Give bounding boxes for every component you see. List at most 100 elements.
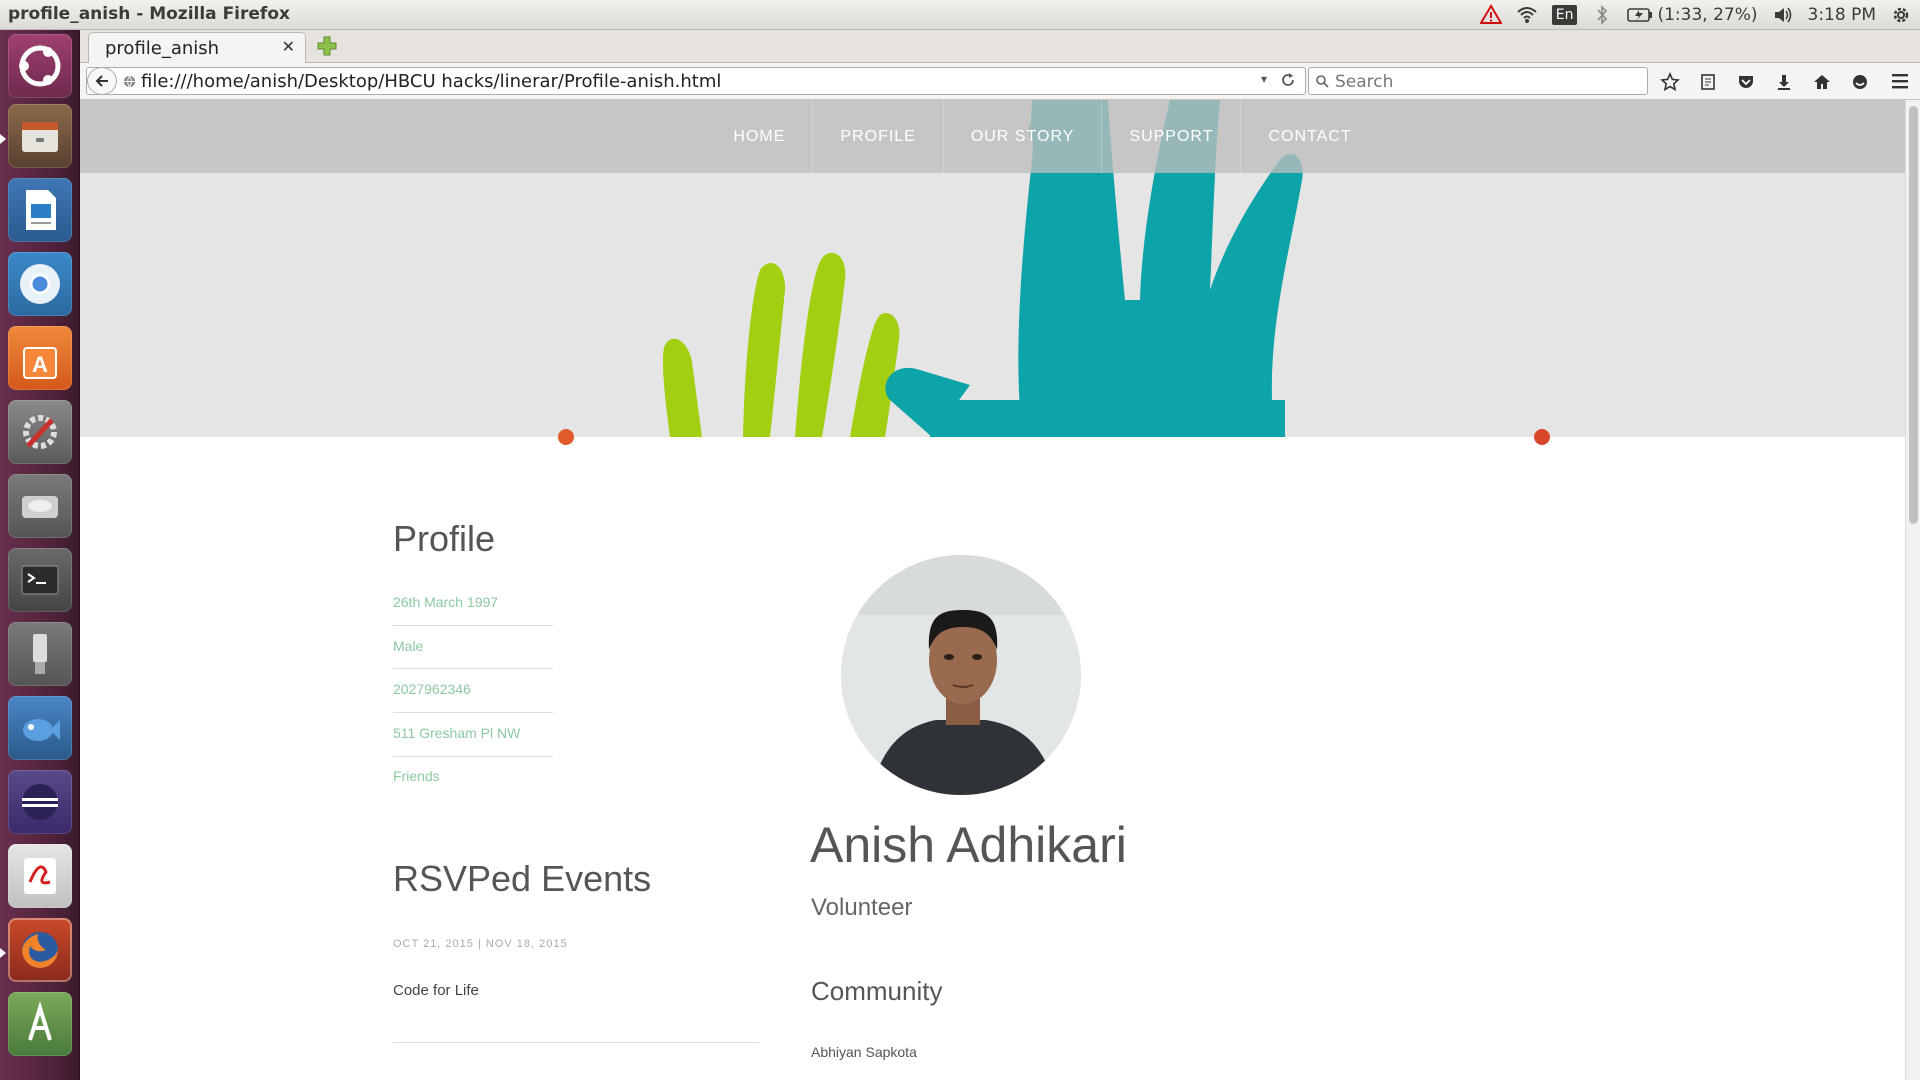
document-icon bbox=[26, 190, 56, 230]
page-viewport: HOME PROFILE OUR STORY SUPPORT CONTACT P… bbox=[80, 100, 1905, 1080]
toolbar-icons bbox=[1658, 69, 1872, 95]
nav-our-story[interactable]: OUR STORY bbox=[944, 100, 1103, 173]
system-tray: En (1:33, 27%) 3:18 PM bbox=[1479, 0, 1912, 30]
search-placeholder: Search bbox=[1335, 72, 1394, 92]
hamburger-menu-icon[interactable] bbox=[1890, 71, 1910, 91]
wifi-icon[interactable] bbox=[1516, 4, 1538, 26]
bookmark-star-icon[interactable] bbox=[1658, 70, 1682, 94]
profile-gender[interactable]: Male bbox=[393, 638, 423, 654]
search-bar[interactable]: Search bbox=[1308, 67, 1648, 95]
hero-decoration-dot bbox=[558, 429, 574, 445]
files-launcher[interactable] bbox=[8, 104, 72, 168]
battery-indicator[interactable]: (1:33, 27%) bbox=[1627, 5, 1758, 25]
scrollbar-thumb[interactable] bbox=[1909, 106, 1918, 524]
tab-title: profile_anish bbox=[105, 38, 220, 59]
site-identity-icon[interactable] bbox=[123, 75, 136, 88]
terminal-launcher[interactable] bbox=[8, 548, 72, 612]
system-settings-launcher[interactable] bbox=[8, 400, 72, 464]
chromium-launcher[interactable] bbox=[8, 252, 72, 316]
divider bbox=[393, 756, 553, 757]
terminal-icon bbox=[21, 565, 59, 595]
eclipse-launcher[interactable] bbox=[8, 770, 72, 834]
battery-icon bbox=[1627, 8, 1653, 22]
home-icon[interactable] bbox=[1810, 70, 1834, 94]
ubuntu-logo-icon bbox=[19, 45, 61, 87]
pdf-viewer-icon bbox=[24, 858, 56, 894]
usb-drive-launcher[interactable] bbox=[8, 622, 72, 686]
nav-profile[interactable]: PROFILE bbox=[813, 100, 944, 173]
site-navigation: HOME PROFILE OUR STORY SUPPORT CONTACT bbox=[80, 100, 1905, 173]
svg-text:A: A bbox=[32, 352, 48, 377]
divider bbox=[393, 625, 553, 626]
divider bbox=[393, 1042, 759, 1043]
firefox-launcher[interactable] bbox=[8, 918, 72, 982]
bluetooth-icon[interactable] bbox=[1591, 4, 1613, 26]
back-arrow-icon bbox=[95, 75, 108, 87]
profile-heading: Profile bbox=[393, 518, 496, 559]
divider bbox=[393, 712, 553, 713]
settings-wrench-icon bbox=[23, 415, 57, 449]
android-studio-launcher[interactable] bbox=[8, 992, 72, 1056]
event-dates: OCT 21, 2015 | NOV 18, 2015 bbox=[393, 938, 568, 950]
top-panel: profile_anish - Mozilla Firefox En (1:33… bbox=[0, 0, 1920, 30]
downloads-icon[interactable] bbox=[1772, 70, 1796, 94]
profile-role: Volunteer bbox=[811, 894, 913, 921]
battery-status: (1:33, 27%) bbox=[1657, 5, 1758, 25]
reload-icon[interactable] bbox=[1279, 71, 1297, 89]
tab-close-icon[interactable]: ✕ bbox=[282, 37, 295, 56]
evince-launcher[interactable] bbox=[8, 844, 72, 908]
disk-drive-launcher[interactable] bbox=[8, 474, 72, 538]
hello-chat-icon[interactable] bbox=[1848, 70, 1872, 94]
profile-photo bbox=[841, 555, 1081, 795]
url-history-dropdown-icon[interactable]: ▾ bbox=[1261, 72, 1267, 86]
running-indicator bbox=[0, 134, 6, 144]
page-scrollbar[interactable] bbox=[1905, 100, 1920, 1080]
nav-home[interactable]: HOME bbox=[706, 100, 814, 173]
hero-decoration-dot bbox=[1534, 429, 1550, 445]
running-indicator-firefox bbox=[0, 948, 6, 958]
window-title: profile_anish - Mozilla Firefox bbox=[8, 4, 290, 24]
shopping-bag-icon: A bbox=[23, 347, 57, 379]
community-heading: Community bbox=[811, 976, 943, 1006]
eclipse-icon bbox=[22, 784, 58, 820]
file-cabinet-icon bbox=[22, 122, 58, 152]
nav-contact[interactable]: CONTACT bbox=[1241, 100, 1378, 173]
software-center-launcher[interactable]: A bbox=[8, 326, 72, 390]
android-studio-icon bbox=[28, 1001, 52, 1041]
volume-icon[interactable] bbox=[1772, 4, 1794, 26]
ubuntu-dash-button[interactable] bbox=[8, 34, 72, 98]
clock[interactable]: 3:18 PM bbox=[1808, 5, 1877, 25]
bookmarks-menu-icon[interactable] bbox=[1696, 70, 1720, 94]
session-gear-icon[interactable] bbox=[1890, 4, 1912, 26]
impress-launcher[interactable] bbox=[8, 178, 72, 242]
hero-banner: HOME PROFILE OUR STORY SUPPORT CONTACT bbox=[80, 100, 1905, 437]
tab-strip: profile_anish ✕ bbox=[80, 30, 1920, 64]
hard-drive-icon bbox=[22, 496, 58, 518]
launcher: A bbox=[0, 30, 80, 1080]
avatar bbox=[841, 555, 1081, 795]
wireshark-launcher[interactable] bbox=[8, 696, 72, 760]
usb-drive-icon bbox=[33, 634, 47, 674]
url-text[interactable]: file:///home/anish/Desktop/HBCU hacks/li… bbox=[141, 71, 721, 92]
url-bar[interactable]: file:///home/anish/Desktop/HBCU hacks/li… bbox=[86, 67, 1306, 95]
search-icon bbox=[1316, 75, 1329, 88]
event-link[interactable]: Code for Life bbox=[393, 982, 479, 999]
new-tab-icon[interactable] bbox=[316, 35, 338, 57]
profile-name: Anish Adhikari bbox=[810, 817, 1127, 873]
profile-friends-link[interactable]: Friends bbox=[393, 768, 440, 784]
back-button[interactable] bbox=[87, 67, 117, 95]
pocket-icon[interactable] bbox=[1734, 70, 1758, 94]
navigation-toolbar: file:///home/anish/Desktop/HBCU hacks/li… bbox=[80, 63, 1920, 100]
divider bbox=[393, 668, 553, 669]
rsvped-events-heading: RSVPed Events bbox=[393, 858, 652, 899]
nav-support[interactable]: SUPPORT bbox=[1102, 100, 1242, 173]
tab-profile-anish[interactable]: profile_anish ✕ bbox=[88, 32, 306, 64]
firefox-icon bbox=[22, 932, 58, 968]
community-member-link[interactable]: Abhiyan Sapkota bbox=[811, 1044, 917, 1060]
profile-address[interactable]: 511 Gresham Pl NW bbox=[393, 725, 520, 741]
profile-dob[interactable]: 26th March 1997 bbox=[393, 594, 498, 610]
keyboard-language-indicator[interactable]: En bbox=[1551, 5, 1578, 25]
profile-phone[interactable]: 2027962346 bbox=[393, 681, 471, 697]
warning-icon[interactable] bbox=[1479, 4, 1502, 26]
chromium-icon bbox=[20, 264, 60, 304]
